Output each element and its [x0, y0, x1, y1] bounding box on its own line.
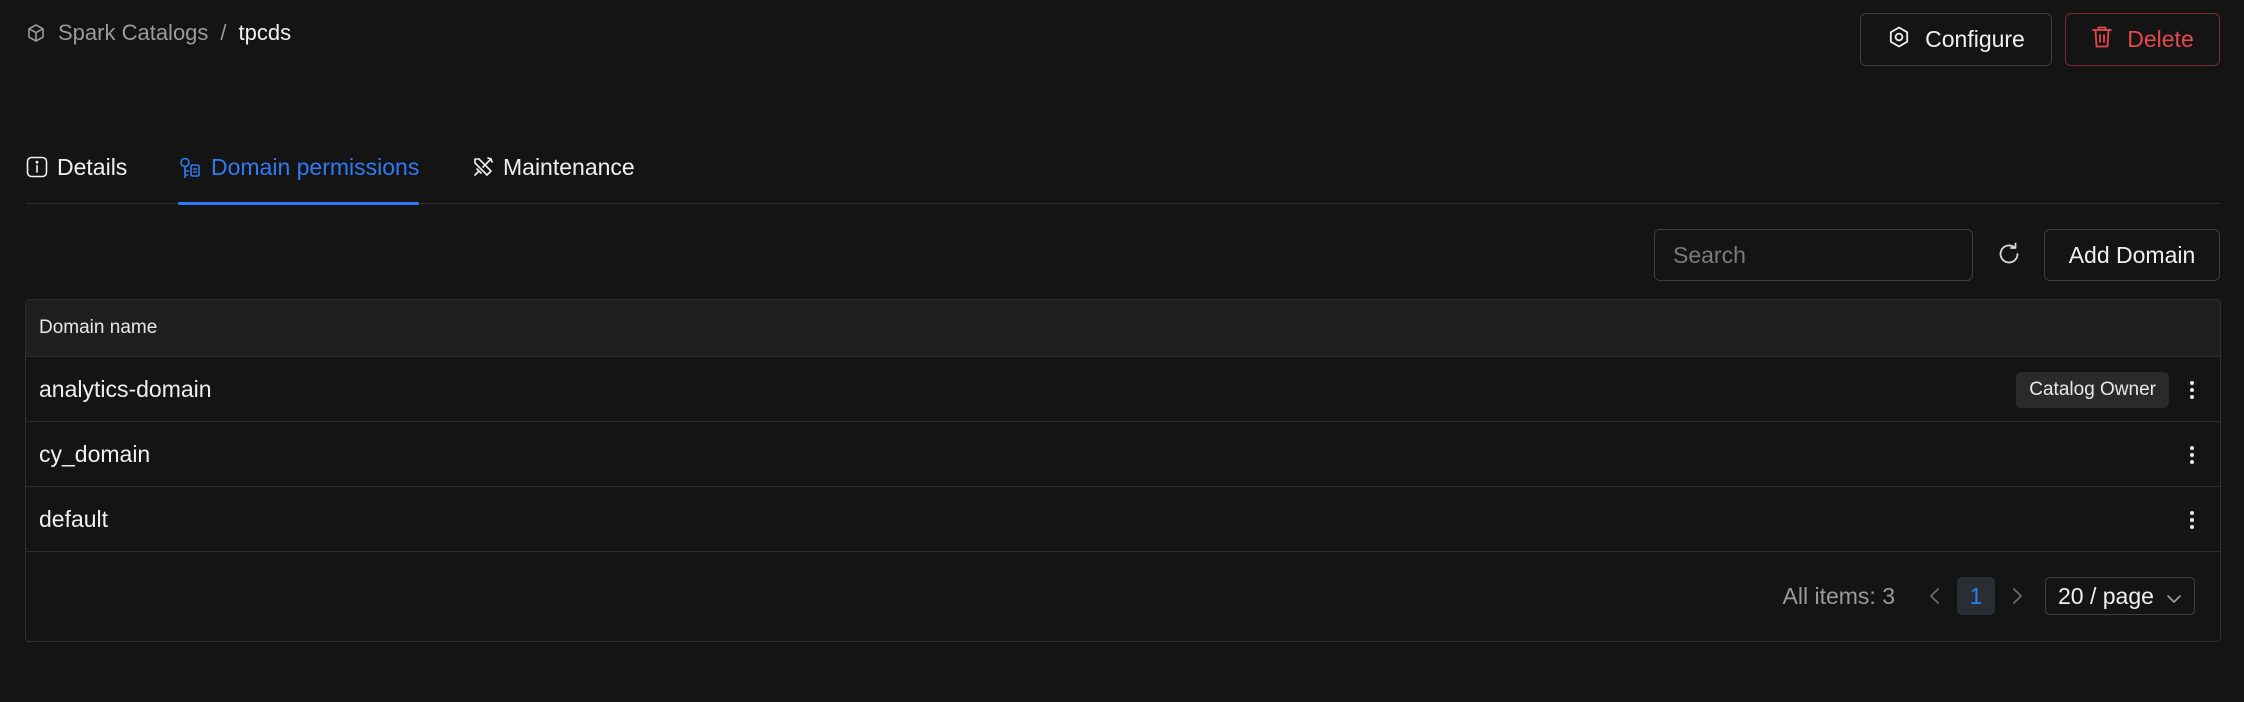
domain-table: Domain name analytics-domain Catalog Own…	[25, 299, 2221, 642]
add-domain-button[interactable]: Add Domain	[2044, 229, 2220, 281]
delete-label: Delete	[2127, 26, 2194, 52]
refresh-button[interactable]	[1992, 240, 2026, 272]
tab-domain-permissions[interactable]: Domain permissions	[178, 140, 420, 205]
breadcrumb: Spark Catalogs / tpcds	[26, 18, 291, 48]
refresh-icon	[1996, 241, 2022, 272]
tab-maintenance[interactable]: Maintenance	[472, 140, 635, 204]
delete-button[interactable]: Delete	[2065, 13, 2220, 66]
domain-name-cell: default	[39, 505, 109, 532]
settings-icon	[1887, 25, 1911, 55]
tab-details[interactable]: Details	[26, 140, 127, 204]
pagination: All items: 3 1 20 / page	[1783, 577, 2195, 615]
prev-page-icon[interactable]	[1917, 578, 1953, 614]
breadcrumb-parent-link[interactable]: Spark Catalogs	[58, 20, 208, 46]
page-size-select[interactable]: 20 / page	[2045, 577, 2195, 615]
breadcrumb-separator: /	[220, 20, 227, 45]
tab-bar: Details Domain permissions Maintenance	[26, 140, 2220, 205]
table-row[interactable]: cy_domain	[26, 422, 2220, 487]
configure-label: Configure	[1925, 26, 2025, 52]
table-row[interactable]: default	[26, 487, 2220, 552]
tab-domain-permissions-label: Domain permissions	[211, 154, 420, 180]
total-items-text: All items: 3	[1782, 582, 1895, 609]
table-header: Domain name	[26, 300, 2220, 357]
search-input[interactable]	[1654, 229, 1973, 281]
tools-icon	[472, 156, 494, 184]
domain-name-cell: analytics-domain	[39, 375, 212, 402]
domain-permission-icon	[178, 156, 202, 186]
chevron-down-icon	[2166, 583, 2182, 610]
domain-name-cell: cy_domain	[39, 440, 151, 467]
info-icon	[26, 156, 48, 184]
column-header-domain-name: Domain name	[39, 317, 158, 338]
role-badge: Catalog Owner	[2016, 372, 2169, 408]
trash-icon	[2091, 25, 2113, 55]
page-number-button[interactable]: 1	[1957, 577, 1995, 615]
configure-button[interactable]: Configure	[1860, 13, 2052, 66]
tab-maintenance-label: Maintenance	[503, 154, 635, 180]
more-actions-icon[interactable]	[2185, 442, 2199, 468]
breadcrumb-current: tpcds	[238, 20, 292, 45]
tab-details-label: Details	[57, 154, 128, 180]
cube-icon	[26, 23, 46, 43]
page-size-value: 20 / page	[2058, 582, 2154, 609]
table-row[interactable]: analytics-domain Catalog Owner	[26, 357, 2220, 422]
more-actions-icon[interactable]	[2185, 377, 2199, 403]
more-actions-icon[interactable]	[2185, 507, 2199, 533]
next-page-icon[interactable]	[1999, 578, 2035, 614]
